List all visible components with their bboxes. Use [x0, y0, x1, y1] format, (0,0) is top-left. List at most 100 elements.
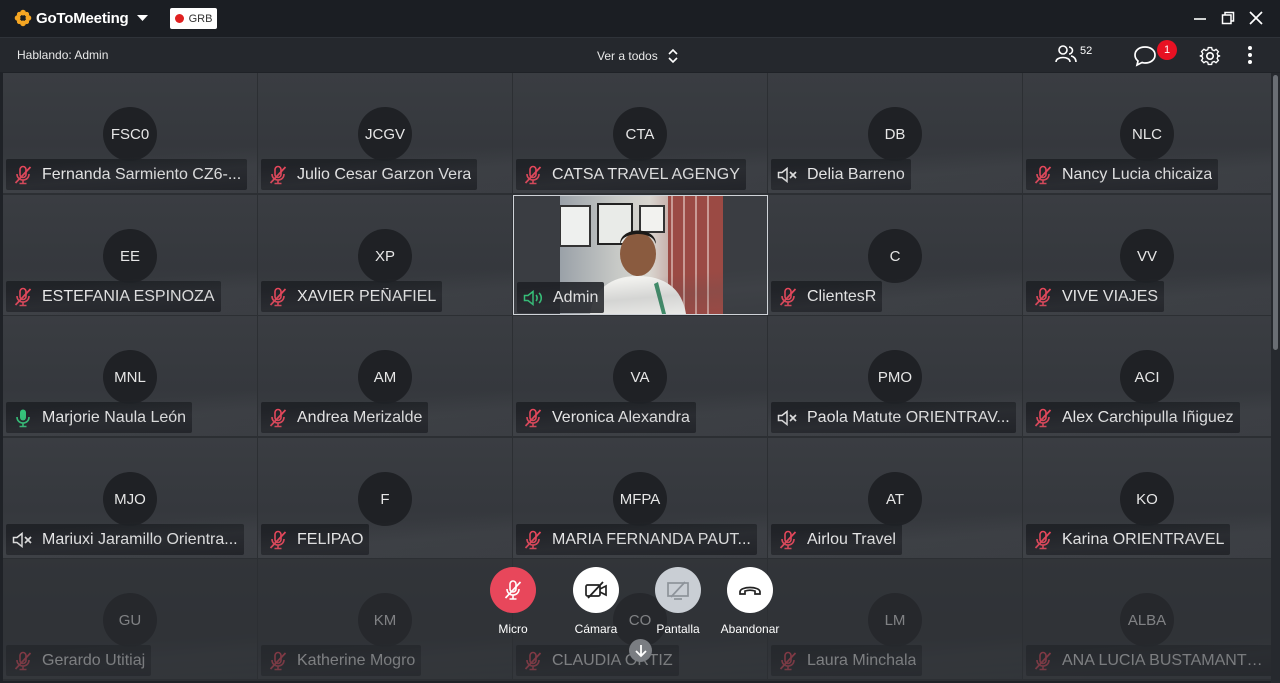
leave-control: Abandonar — [720, 567, 780, 636]
mic-muted-icon — [779, 530, 797, 549]
participant-audio-status — [12, 165, 34, 185]
participant-avatar: MNL — [103, 350, 157, 404]
mic-muted-icon — [14, 651, 32, 670]
participant-audio-status — [522, 651, 544, 671]
participant-count: 52 — [1080, 45, 1093, 57]
mic-muted-icon — [269, 530, 287, 549]
participant-audio-status — [267, 651, 289, 671]
app-name: GoToMeeting — [36, 9, 129, 27]
participant-tile[interactable]: LM Laura Minchala — [768, 559, 1022, 679]
recording-label: GRB — [188, 12, 213, 25]
participant-tile[interactable]: AM Andrea Merizalde — [258, 316, 512, 436]
participant-tile[interactable]: XP XAVIER PEÑAFIEL — [258, 195, 512, 315]
participant-tile[interactable]: EE ESTEFANIA ESPINOZA — [3, 195, 257, 315]
participant-name: VIVE VIAJES — [1062, 287, 1159, 305]
participant-audio-status — [1032, 165, 1054, 185]
restore-button[interactable] — [1216, 6, 1240, 30]
participant-tile[interactable]: GU Gerardo Utitiaj — [3, 559, 257, 679]
participant-namebar: Gerardo Utitiaj — [6, 645, 152, 676]
participant-namebar: Karina ORIENTRAVEL — [1026, 524, 1231, 555]
settings-button[interactable] — [1199, 45, 1221, 72]
participant-name: Gerardo Utitiaj — [42, 651, 146, 669]
grid-scrollbar[interactable] — [1271, 73, 1280, 683]
participant-tile[interactable]: PMO Paola Matute ORIENTRAV... — [768, 316, 1022, 436]
mic-muted-icon — [779, 651, 797, 670]
participant-name: FELIPAO — [297, 530, 364, 548]
participants-button[interactable]: 52 — [1055, 44, 1092, 64]
mic-muted-icon — [269, 287, 287, 306]
participant-tile[interactable]: VV VIVE VIAJES — [1023, 195, 1271, 315]
participant-tile[interactable]: C ClientesR — [768, 195, 1022, 315]
participant-name: ClientesR — [807, 287, 877, 305]
participant-tile[interactable]: NLC Nancy Lucia chicaiza — [1023, 73, 1271, 193]
participant-avatar: FSC0 — [103, 107, 157, 161]
participant-name: Katherine Mogro — [297, 651, 416, 669]
recording-dot-icon — [174, 14, 184, 23]
mic-muted-icon — [524, 408, 542, 427]
participant-audio-status — [522, 408, 544, 428]
participant-tile[interactable]: AT Airlou Travel — [768, 438, 1022, 558]
more-vertical-icon — [1248, 46, 1252, 64]
participant-tile[interactable]: F FELIPAO — [258, 438, 512, 558]
participant-avatar: EE — [103, 229, 157, 283]
screen-button[interactable] — [655, 567, 701, 613]
participant-tile[interactable]: Admin — [513, 195, 768, 315]
participant-namebar: Andrea Merizalde — [261, 402, 429, 433]
screen-share-icon — [667, 581, 689, 600]
participant-tile[interactable]: VA Veronica Alexandra — [513, 316, 767, 436]
participant-avatar: LM — [868, 593, 922, 647]
participant-tile[interactable]: ACI Alex Carchipulla Iñiguez — [1023, 316, 1271, 436]
view-mode-selector[interactable]: Ver a todos — [597, 48, 678, 64]
minimize-button[interactable] — [1188, 6, 1212, 30]
participant-tile[interactable]: FSC0 Fernanda Sarmiento CZ6-... — [3, 73, 257, 193]
more-options-button[interactable] — [1247, 45, 1253, 70]
participant-tile[interactable]: MNL Marjorie Naula León — [3, 316, 257, 436]
close-icon — [1249, 11, 1263, 25]
scrollbar-thumb[interactable] — [1273, 75, 1278, 350]
camera-button[interactable] — [573, 567, 619, 613]
participant-namebar: Marjorie Naula León — [6, 402, 193, 433]
participant-audio-status — [12, 651, 34, 671]
participant-namebar: FELIPAO — [261, 524, 370, 555]
participant-tile[interactable]: KO Karina ORIENTRAVEL — [1023, 438, 1271, 558]
participant-namebar: Paola Matute ORIENTRAV... — [771, 402, 1016, 433]
participant-tile[interactable]: CTA CATSA TRAVEL AGENGY — [513, 73, 767, 193]
participant-namebar: Alex Carchipulla Iñiguez — [1026, 402, 1240, 433]
leave-button[interactable] — [727, 567, 773, 613]
participant-tile[interactable]: DB Delia Barreno — [768, 73, 1022, 193]
participant-namebar: VIVE VIAJES — [1026, 281, 1165, 312]
participant-tile[interactable]: JCGV Julio Cesar Garzon Vera — [258, 73, 512, 193]
participant-avatar: GU — [103, 593, 157, 647]
camera-control: Cámara — [566, 567, 626, 636]
participant-name: Julio Cesar Garzon Vera — [297, 165, 472, 183]
participant-audio-status — [1032, 287, 1054, 307]
participant-audio-status — [267, 408, 289, 428]
participant-tile[interactable]: MJO Mariuxi Jaramillo Orientra... — [3, 438, 257, 558]
participant-tile[interactable]: KM Katherine Mogro — [258, 559, 512, 679]
participant-avatar: JCGV — [358, 107, 412, 161]
participant-name: CATSA TRAVEL AGENGY — [552, 165, 740, 183]
mic-muted-icon — [269, 408, 287, 427]
close-button[interactable] — [1244, 6, 1268, 30]
participant-namebar: CATSA TRAVEL AGENGY — [516, 159, 746, 190]
participant-audio-status — [1032, 408, 1054, 428]
recording-badge[interactable]: GRB — [170, 8, 217, 29]
participant-name: XAVIER PEÑAFIEL — [297, 287, 437, 305]
participant-tile[interactable]: MFPA MARIA FERNANDA PAUT... — [513, 438, 767, 558]
participant-audio-status — [777, 408, 799, 428]
meeting-toolbar: Hablando: Admin Ver a todos 52 1 — [0, 37, 1280, 72]
camera-off-icon — [585, 581, 607, 599]
participant-avatar: ACI — [1120, 350, 1174, 404]
participant-audio-status — [777, 287, 799, 307]
participant-name: CLAUDIA ORTIZ — [552, 651, 673, 669]
gear-icon — [1199, 46, 1221, 66]
participant-namebar: Nancy Lucia chicaiza — [1026, 159, 1219, 190]
scroll-down-button[interactable] — [629, 639, 652, 662]
participant-avatar: AM — [358, 350, 412, 404]
participant-tile[interactable]: ALBA ANA LUCIA BUSTAMANTE... — [1023, 559, 1271, 679]
mic-muted-icon — [524, 165, 542, 184]
participant-name: Laura Minchala — [807, 651, 917, 669]
participant-avatar: C — [868, 229, 922, 283]
micro-button[interactable] — [490, 567, 536, 613]
app-menu[interactable]: GoToMeeting — [14, 9, 148, 27]
